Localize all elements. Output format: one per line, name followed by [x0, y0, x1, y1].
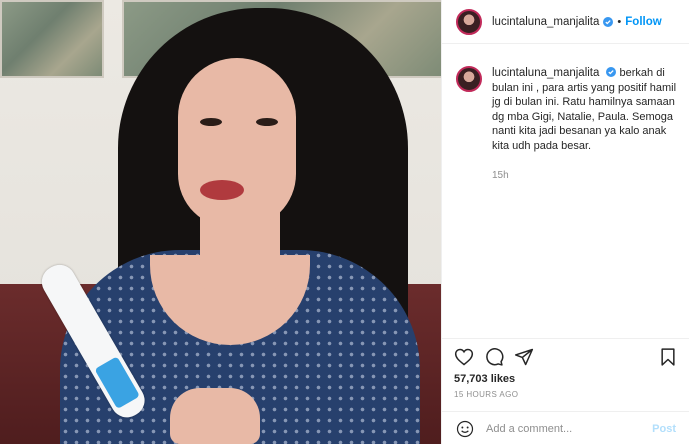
- comment-input[interactable]: [484, 421, 648, 436]
- caption: lucintaluna_manjalita berkah di bulan in…: [456, 66, 680, 153]
- caption-username[interactable]: lucintaluna_manjalita: [492, 67, 599, 79]
- photo-eye-right: [256, 118, 278, 126]
- header-username[interactable]: lucintaluna_manjalita: [492, 16, 599, 28]
- caption-avatar[interactable]: [456, 66, 482, 92]
- header-separator: •: [617, 15, 622, 28]
- share-icon[interactable]: [514, 347, 534, 367]
- photo-face: [178, 58, 296, 228]
- caption-time[interactable]: 15h: [492, 170, 509, 181]
- photo-mouth: [200, 180, 244, 200]
- post-comment-button[interactable]: Post: [652, 423, 676, 435]
- instagram-post: lucintaluna_manjalita • Follow lucintalu…: [0, 0, 689, 444]
- verified-badge-icon: [603, 16, 614, 27]
- photo-hand: [170, 388, 260, 444]
- heart-icon[interactable]: [454, 347, 474, 367]
- likes-count[interactable]: 57,703 likes: [454, 373, 515, 385]
- follow-button[interactable]: Follow: [625, 16, 661, 28]
- bookmark-icon[interactable]: [658, 347, 678, 367]
- comment-bar: Post: [442, 411, 689, 445]
- photo-painting-left: [0, 0, 104, 78]
- avatar[interactable]: [456, 8, 482, 35]
- post-side-panel: lucintaluna_manjalita • Follow lucintalu…: [441, 0, 689, 444]
- caption-text-block: lucintaluna_manjalita berkah di bulan in…: [492, 66, 680, 153]
- caption-body: berkah di bulan ini , para artis yang po…: [492, 67, 677, 152]
- photo-eye-left: [200, 118, 222, 126]
- comment-icon[interactable]: [484, 347, 504, 367]
- action-bar: 57,703 likes 15 HOURS AGO Post: [442, 338, 689, 445]
- action-icons: [454, 347, 680, 369]
- verified-badge-icon: [606, 67, 617, 77]
- post-header: lucintaluna_manjalita • Follow: [442, 0, 689, 44]
- post-timestamp[interactable]: 15 HOURS AGO: [454, 390, 518, 399]
- post-photo[interactable]: [0, 0, 441, 444]
- emoji-icon[interactable]: [456, 420, 474, 438]
